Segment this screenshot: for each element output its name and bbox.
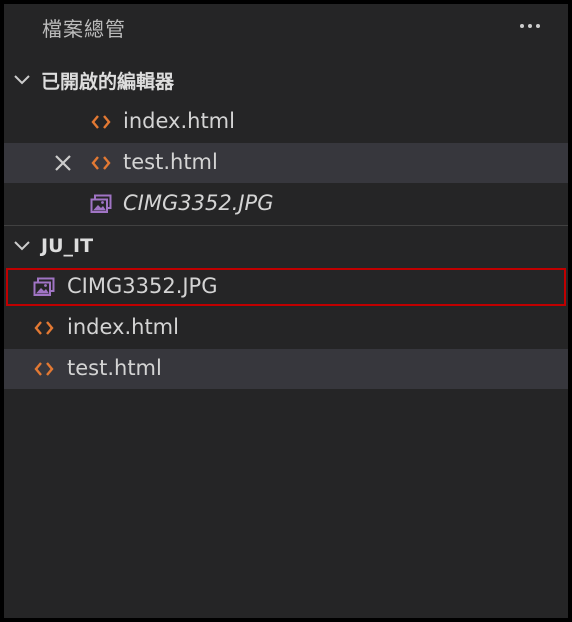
workspace-header[interactable]: JU_IT [4,227,568,265]
open-editor-label: index.html [123,109,235,133]
open-editor-item-index[interactable]: index.html [4,102,568,142]
file-item-index[interactable]: index.html [4,308,568,348]
workspace-title: JU_IT [41,235,94,257]
file-label: index.html [67,315,179,339]
open-editors-header[interactable]: 已開啟的編輯器 [4,61,568,99]
open-editor-label: CIMG3352.JPG [123,191,274,215]
open-editor-item-cimg[interactable]: CIMG3352.JPG [4,184,568,224]
html-code-icon [34,321,54,335]
section-divider [4,225,568,226]
chevron-down-icon [14,241,30,251]
ellipsis-icon [520,24,540,28]
image-icon [90,194,112,213]
close-icon[interactable] [52,152,74,174]
open-editor-item-test[interactable]: test.html [4,143,568,183]
file-item-test[interactable]: test.html [4,349,568,389]
html-code-icon [91,115,111,129]
open-editors-title: 已開啟的編輯器 [41,70,175,93]
explorer-panel: 檔案總管 已開啟的編輯器 index.html test.html CIMG33… [0,0,572,622]
chevron-down-icon [14,75,30,85]
explorer-title: 檔案總管 [42,17,126,41]
html-code-icon [34,362,54,376]
html-code-icon [91,156,111,170]
open-editor-label: test.html [123,150,218,174]
highlight-box [6,268,566,306]
file-label: test.html [67,356,162,380]
explorer-titlebar: 檔案總管 [4,4,568,58]
more-actions-button[interactable] [510,8,550,44]
